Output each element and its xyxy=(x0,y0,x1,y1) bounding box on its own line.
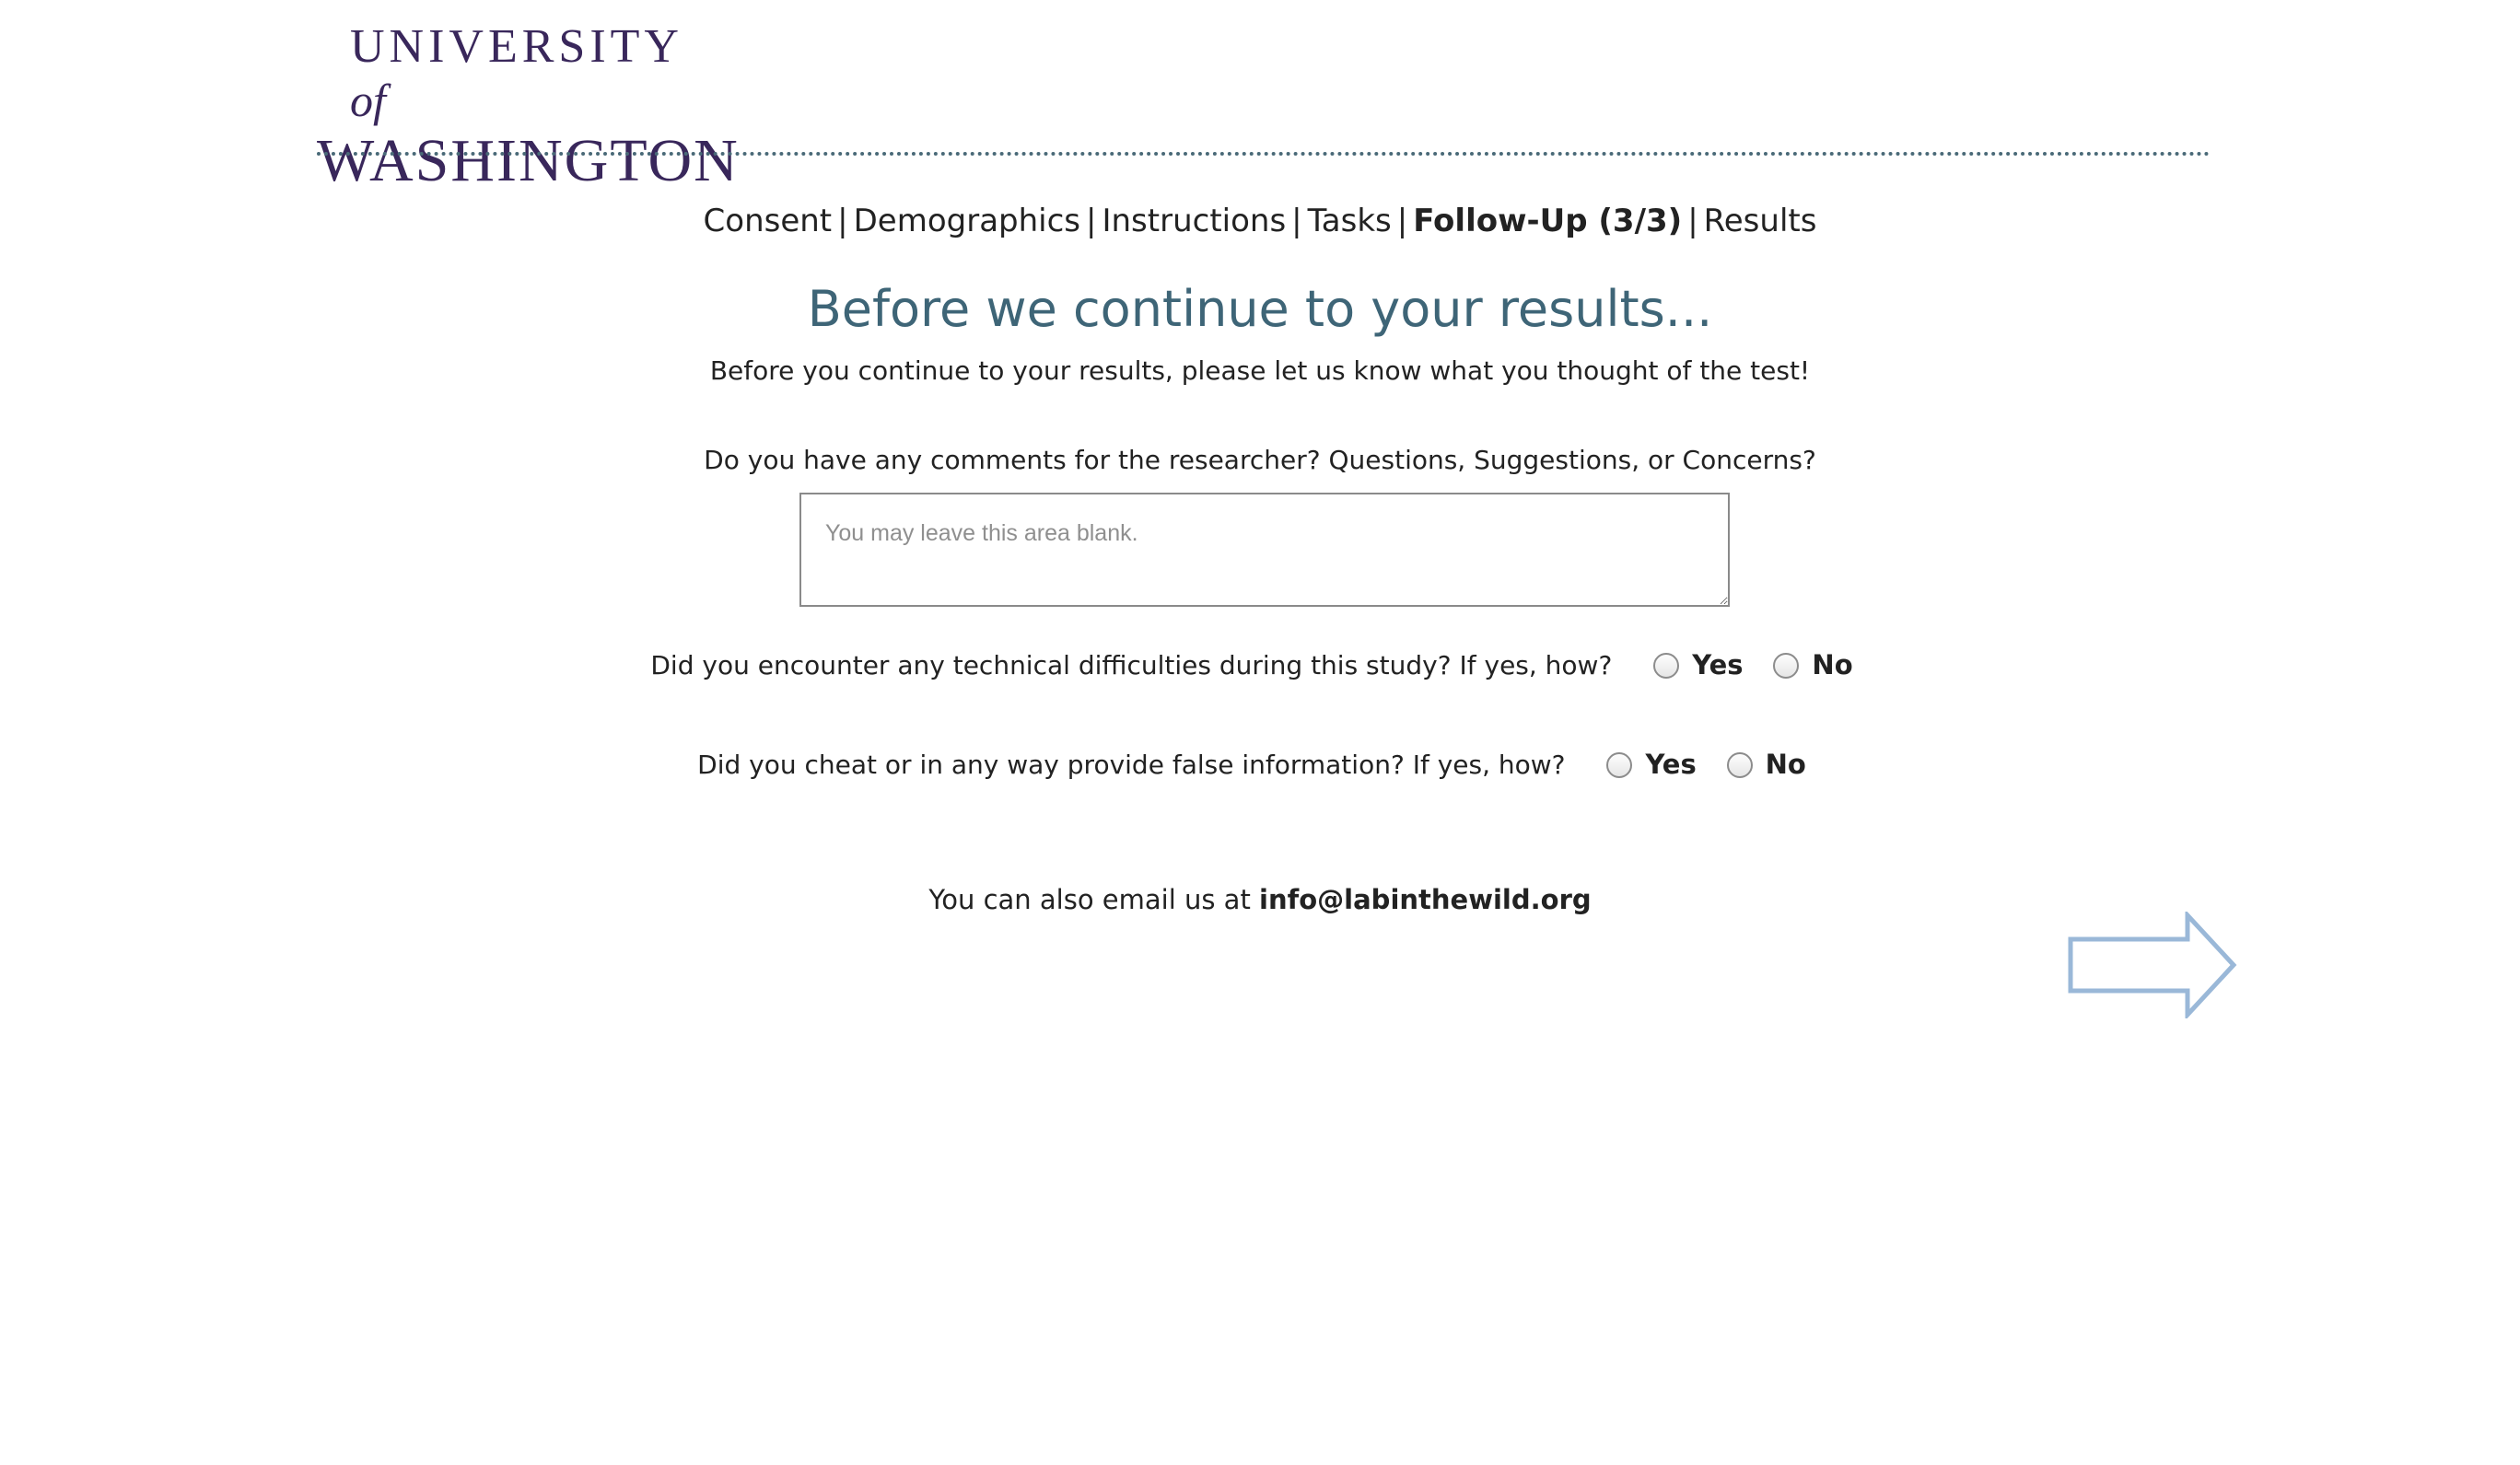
intro-text: Before you continue to your results, ple… xyxy=(709,355,1811,386)
cheat-yes-option[interactable]: Yes xyxy=(1606,744,1697,785)
nav-separator: | xyxy=(1086,203,1097,239)
nav-separator: | xyxy=(1687,203,1698,239)
technical-yes-label[interactable]: Yes xyxy=(1692,649,1743,680)
nav-separator: | xyxy=(837,203,848,239)
progress-breadcrumb: Consent | Demographics | Instructions | Tasks |… xyxy=(0,198,2520,244)
logo-university-text: UNIVERSITY xyxy=(350,20,682,73)
header-divider xyxy=(317,152,2211,156)
technical-no-label[interactable]: No xyxy=(1812,649,1852,680)
nav-item-results: Results xyxy=(1703,203,1817,239)
university-logo: UNIVERSITY of WASHINGTON xyxy=(317,20,740,194)
comments-question: Do you have any comments for the researc… xyxy=(704,445,1816,475)
logo-line-1: UNIVERSITY of xyxy=(317,20,713,128)
right-arrow-icon[interactable] xyxy=(2068,909,2239,1021)
cheat-yes-label[interactable]: Yes xyxy=(1645,749,1696,780)
nav-item-follow-up: Follow-Up (3/3) xyxy=(1413,203,1683,239)
technical-yes-option[interactable]: Yes xyxy=(1653,645,1744,686)
technical-difficulties-row: Did you encounter any technical difficul… xyxy=(0,645,2520,686)
page-title: Before we continue to your results... xyxy=(807,280,1713,338)
email-address-link[interactable]: info@labinthewild.org xyxy=(1259,884,1592,915)
next-button[interactable] xyxy=(2068,909,2239,1021)
nav-separator: | xyxy=(1291,203,1302,239)
nav-item-demographics: Demographics xyxy=(853,203,1081,239)
cheat-no-radio[interactable] xyxy=(1726,752,1753,778)
cheat-yes-radio[interactable] xyxy=(1606,752,1633,778)
technical-no-radio[interactable] xyxy=(1773,653,1800,679)
nav-item-instructions: Instructions xyxy=(1102,203,1287,239)
comments-textarea[interactable] xyxy=(799,493,1730,607)
email-prefix-text: You can also email us at xyxy=(928,884,1251,915)
technical-no-option[interactable]: No xyxy=(1773,645,1853,686)
nav-item-tasks: Tasks xyxy=(1307,203,1392,239)
technical-difficulties-question: Did you encounter any technical difficul… xyxy=(650,650,1613,680)
cheat-row: Did you cheat or in any way provide fals… xyxy=(0,744,2520,785)
nav-item-consent: Consent xyxy=(703,203,833,239)
cheat-no-label[interactable]: No xyxy=(1766,749,1806,780)
logo-of-text: of xyxy=(350,75,386,126)
cheat-question: Did you cheat or in any way provide fals… xyxy=(697,750,1566,780)
logo-washington-text: WASHINGTON xyxy=(317,127,740,194)
technical-yes-radio[interactable] xyxy=(1653,653,1680,679)
cheat-no-option[interactable]: No xyxy=(1726,744,1806,785)
nav-separator: | xyxy=(1396,203,1408,239)
